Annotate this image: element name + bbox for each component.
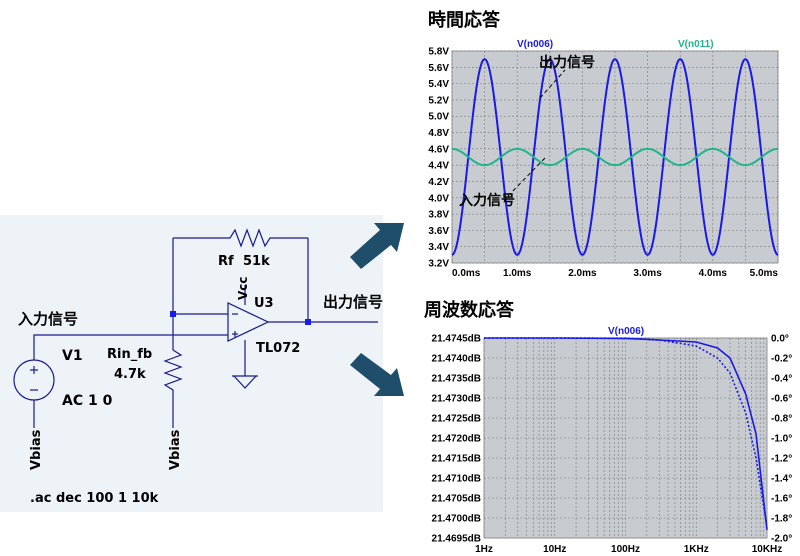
v1-value: AC 1 0	[62, 393, 113, 409]
phase-tick-label: -0.2°	[771, 354, 792, 365]
y-tick-label: 5.0V	[428, 112, 449, 123]
x-tick-label: 1Hz	[475, 544, 493, 555]
y-tick-label: 21.4695dB	[432, 534, 481, 545]
x-tick-label: 1KHz	[684, 544, 709, 555]
y-tick-label: 21.4745dB	[432, 334, 481, 345]
y-tick-label: 21.4740dB	[432, 354, 481, 365]
freq-plot: 21.4745dB 21.4740dB 21.4735dB 21.4730dB 21.4…	[414, 324, 798, 556]
schematic: 入力信号 出力信号 V1 AC 1 0 Vbias Rin_fb 4.7k Vb…	[0, 215, 383, 512]
annotation-output-signal: 出力信号	[539, 54, 595, 71]
ac-directive: .ac dec 100 1 10k	[30, 491, 159, 506]
x-tick-label: 3.0ms	[633, 268, 662, 279]
annotation-input-signal: 入力信号	[459, 192, 515, 209]
phase-tick-label: -1.0°	[771, 434, 792, 445]
schematic-background	[0, 215, 383, 512]
opamp-model: TL072	[256, 341, 300, 356]
y-tick-label: 4.4V	[428, 161, 449, 172]
time-legend-a: V(n006)	[517, 39, 553, 50]
time-plot: 5.8V 5.6V 5.4V 5.2V 5.0V 4.8V 4.6V 4.4V 4.2V 4.0V…	[414, 36, 794, 289]
y-tick-label: 21.4735dB	[432, 374, 481, 385]
rf-name: Rf	[218, 254, 234, 269]
phase-tick-label: -0.4°	[771, 374, 792, 385]
x-tick-label: 2.0ms	[568, 268, 597, 279]
y-tick-label: 4.6V	[428, 144, 449, 155]
x-tick-label: 100Hz	[611, 544, 640, 555]
rin-value: 4.7k	[114, 367, 146, 382]
x-tick-label: 0.0ms	[452, 268, 481, 279]
y-tick-label: 5.6V	[428, 63, 449, 74]
phase-tick-label: -0.8°	[771, 414, 792, 425]
y-tick-label: 5.4V	[428, 79, 449, 90]
time-plot-heading: 時間応答	[428, 9, 501, 31]
phase-tick-label: -1.6°	[771, 494, 792, 505]
phase-tick-label: -1.8°	[771, 514, 792, 525]
y-tick-label: 4.8V	[428, 128, 449, 139]
time-legend-b: V(n011)	[678, 39, 714, 50]
freq-plot-heading: 周波数応答	[424, 299, 515, 321]
opamp-name: U3	[254, 296, 274, 311]
y-tick-label: 3.2V	[428, 259, 449, 270]
y-tick-label: 21.4725dB	[432, 414, 481, 425]
phase-tick-label: -2.0°	[771, 534, 792, 545]
y-tick-label: 5.8V	[428, 47, 449, 58]
y-tick-label: 4.0V	[428, 193, 449, 204]
y-tick-label: 5.2V	[428, 95, 449, 106]
y-tick-label: 21.4705dB	[432, 494, 481, 505]
junction-dot	[170, 311, 176, 317]
vbias-left-label: Vbias	[29, 429, 44, 470]
x-tick-label: 10Hz	[543, 544, 566, 555]
junction-dot	[305, 319, 311, 325]
vbias-mid-label: Vbias	[168, 429, 183, 470]
rin-name: Rin_fb	[107, 347, 152, 362]
y-tick-label: 4.2V	[428, 177, 449, 188]
input-signal-label: 入力信号	[18, 310, 78, 328]
y-tick-label: 21.4715dB	[432, 454, 481, 465]
output-signal-label: 出力信号	[323, 293, 383, 311]
y-tick-label: 21.4710dB	[432, 474, 481, 485]
vcc-label: Vcc	[236, 276, 250, 300]
rf-value: 51k	[243, 254, 270, 269]
x-tick-label: 4.0ms	[699, 268, 728, 279]
y-tick-label: 21.4720dB	[432, 434, 481, 445]
y-tick-label: 3.6V	[428, 226, 449, 237]
x-tick-label: 10KHz	[752, 544, 783, 555]
y-tick-label: 21.4700dB	[432, 514, 481, 525]
phase-tick-label: -1.4°	[771, 474, 792, 485]
y-tick-label: 21.4730dB	[432, 394, 481, 405]
freq-legend: V(n006)	[608, 326, 644, 337]
phase-tick-label: -1.2°	[771, 454, 792, 465]
v1-name: V1	[62, 348, 83, 364]
phase-tick-label: -0.6°	[771, 394, 792, 405]
x-tick-label: 5.0ms	[750, 268, 779, 279]
y-tick-label: 3.4V	[428, 242, 449, 253]
x-tick-label: 1.0ms	[503, 268, 532, 279]
y-tick-label: 3.8V	[428, 210, 449, 221]
phase-tick-label: 0.0°	[771, 334, 789, 345]
